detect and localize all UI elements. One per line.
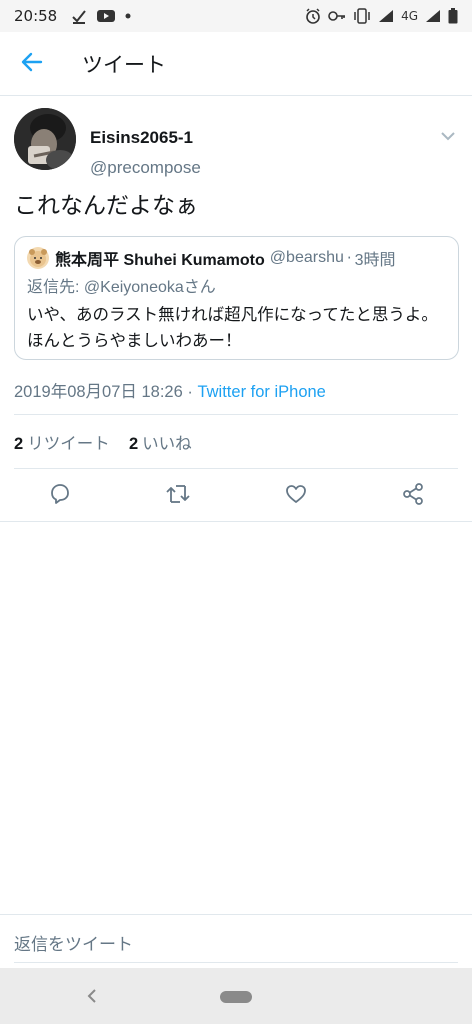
- nav-home-pill[interactable]: [220, 991, 252, 1003]
- quoted-time: 3時間: [354, 252, 396, 269]
- quoted-tweet-header: 熊本周平 Shuhei Kumamoto @bearshu · 3時間: [27, 246, 446, 270]
- quoted-handle: @bearshu: [269, 249, 344, 266]
- reply-to-handle: @Keiyoneokaさん: [83, 279, 216, 296]
- likes-label: いいね: [142, 434, 192, 453]
- back-button[interactable]: [0, 32, 64, 96]
- nav-back-icon[interactable]: [84, 986, 100, 1006]
- quoted-display-name: 熊本周平 Shuhei Kumamoto: [55, 252, 265, 269]
- app-bar: ツイート: [0, 32, 472, 96]
- quoted-separator: ·: [346, 249, 352, 267]
- bear-avatar-icon: [27, 247, 49, 269]
- divider: [0, 914, 472, 915]
- retweets-count: 2: [14, 435, 24, 453]
- user-handle[interactable]: @precompose: [90, 158, 201, 178]
- arrow-left-icon: [21, 51, 43, 77]
- like-icon: [284, 482, 308, 510]
- share-button[interactable]: [399, 482, 427, 510]
- quoted-reply-context: 返信先: @Keiyoneokaさん: [27, 273, 446, 297]
- alarm-icon: [305, 8, 321, 24]
- notification-dot-icon: [125, 13, 131, 19]
- quoted-tweet[interactable]: 熊本周平 Shuhei Kumamoto @bearshu · 3時間 返信先:…: [14, 236, 459, 360]
- youtube-icon: [97, 9, 116, 23]
- meta-separator: ·: [182, 383, 198, 401]
- tweet-meta: 2019年08月07日 18:26 · Twitter for iPhone: [14, 378, 326, 402]
- divider: [14, 414, 458, 415]
- display-name[interactable]: Eisins2065-1: [90, 128, 193, 148]
- reply-input[interactable]: 返信をツイート: [14, 922, 458, 962]
- status-time: 20:58: [14, 7, 58, 25]
- signal-strength-icon: [425, 9, 441, 23]
- tweet-timestamp: 2019年08月07日 18:26: [14, 383, 183, 401]
- signal-icon: [378, 9, 394, 23]
- tweet-actions: [0, 476, 472, 516]
- likes-count: 2: [128, 435, 139, 453]
- tweet-author: Eisins2065-1 @precompose: [14, 108, 458, 177]
- tweet-source-link[interactable]: Twitter for iPhone: [197, 383, 325, 401]
- battery-icon: [448, 8, 458, 24]
- reply-button[interactable]: [46, 482, 74, 510]
- retweets-label: リツイート: [27, 434, 110, 453]
- divider: [14, 468, 458, 469]
- reply-icon: [48, 482, 72, 510]
- reply-prefix: 返信先:: [27, 279, 84, 296]
- tweet-stats: 2 リツイート 2 いいね: [14, 430, 206, 454]
- chevron-down-icon[interactable]: [438, 126, 458, 146]
- system-nav-bar: [0, 968, 472, 1024]
- retweet-icon: [165, 482, 191, 510]
- page-title: ツイート: [82, 52, 166, 77]
- network-type: 4G: [401, 9, 418, 23]
- likes-stat[interactable]: 2 いいね: [129, 434, 192, 453]
- quoted-body: いや、あのラスト無ければ超凡作になってたと思うよ。ほんとうらやましいわあー！: [27, 305, 438, 350]
- status-bar: 20:58 4G: [0, 0, 472, 32]
- tweet-text: これなんだよなぁ: [14, 193, 198, 219]
- share-icon: [401, 482, 425, 510]
- key-icon: [328, 10, 346, 22]
- vibrate-icon: [353, 8, 371, 24]
- check-icon: [71, 8, 87, 24]
- retweets-stat[interactable]: 2 リツイート: [14, 434, 110, 453]
- avatar[interactable]: [14, 108, 76, 170]
- like-button[interactable]: [282, 482, 310, 510]
- divider: [14, 962, 458, 963]
- divider: [0, 521, 472, 522]
- retweet-button[interactable]: [164, 482, 192, 510]
